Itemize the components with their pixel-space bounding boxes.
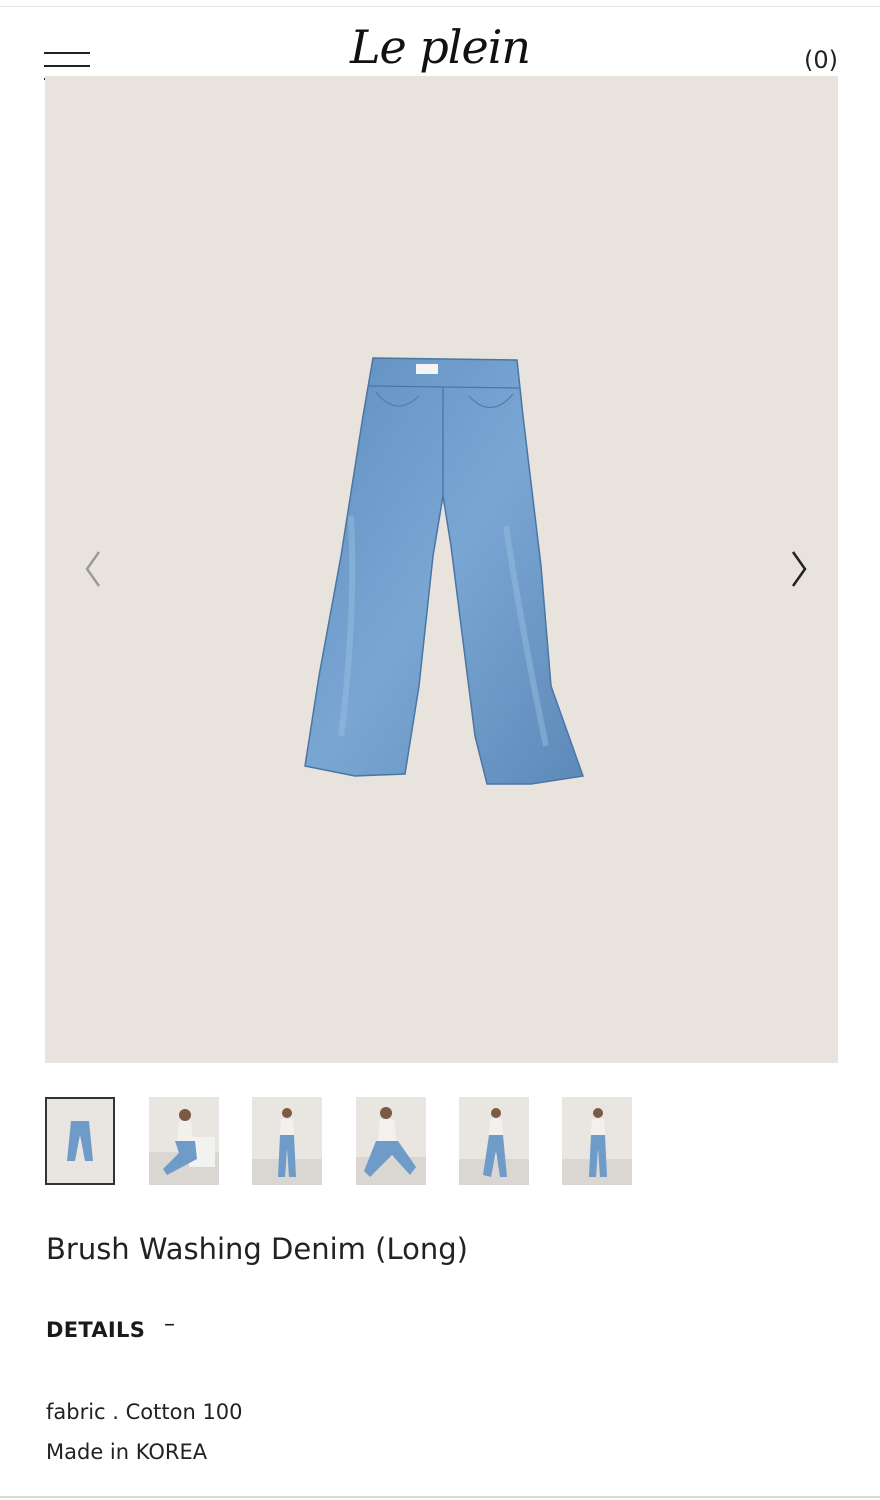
chevron-right-icon[interactable] (779, 544, 819, 594)
thumbnail-0[interactable] (45, 1097, 115, 1185)
brand-logo[interactable]: Le plein (340, 20, 540, 74)
thumbnail-3[interactable] (356, 1097, 426, 1185)
details-heading[interactable]: DETAILS (46, 1318, 145, 1342)
product-title: Brush Washing Denim (Long) (46, 1232, 468, 1266)
detail-fabric: fabric . Cotton 100 (46, 1400, 243, 1424)
thumbnail-4[interactable] (459, 1097, 529, 1185)
cart-count-link[interactable]: (0) (804, 46, 838, 74)
detail-origin: Made in KOREA (46, 1440, 208, 1464)
product-image-gallery (45, 76, 838, 1063)
thumbnail-2[interactable] (252, 1097, 322, 1185)
details-collapse-toggle[interactable]: – (164, 1312, 175, 1337)
product-main-image (304, 357, 585, 785)
thumbnail-5[interactable] (562, 1097, 632, 1185)
thumbnail-1[interactable] (149, 1097, 219, 1185)
chevron-left-icon[interactable] (75, 544, 115, 594)
bottom-divider (0, 1496, 880, 1498)
top-divider (0, 6, 880, 7)
